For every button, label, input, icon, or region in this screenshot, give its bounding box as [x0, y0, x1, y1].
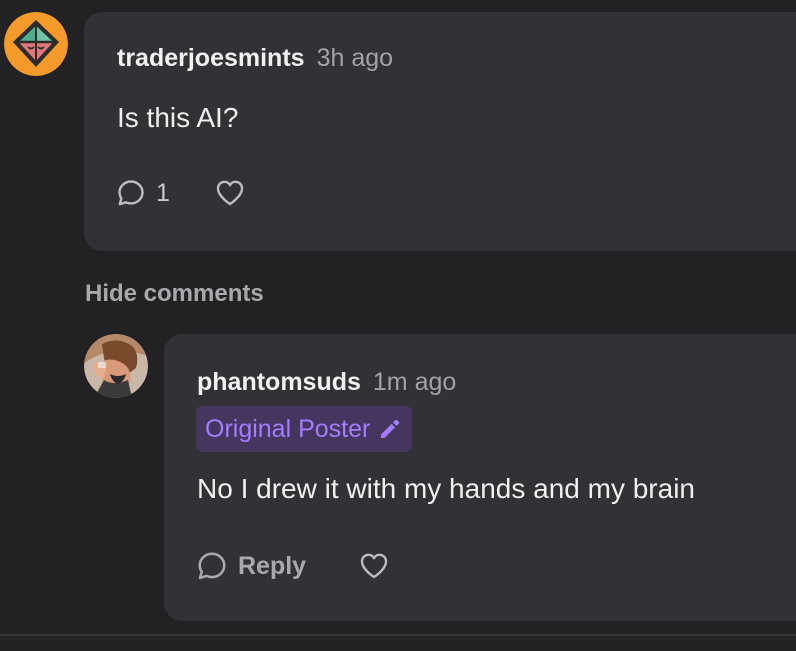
comment-timestamp: 3h ago [316, 44, 394, 72]
speech-bubble-icon [196, 550, 228, 582]
gem-avatar-icon [4, 12, 68, 76]
reply-count-button[interactable]: 1 [116, 178, 170, 208]
reply-username[interactable]: phantomsuds [197, 368, 361, 397]
portrait-avatar-icon [84, 334, 148, 398]
reply-meta: phantomsuds 1m ago [197, 368, 456, 397]
reply-button[interactable]: Reply [196, 550, 306, 582]
comment-actions: 1 [116, 178, 246, 208]
original-poster-label: Original Poster [205, 414, 371, 443]
comment-username[interactable]: traderjoesmints [117, 44, 305, 73]
reply-card: phantomsuds 1m ago Original Poster No I … [164, 334, 796, 621]
reply-text: No I drew it with my hands and my brain [197, 473, 695, 504]
reply-author-avatar[interactable] [84, 334, 148, 398]
reply-actions: Reply [196, 550, 390, 582]
like-button[interactable] [214, 178, 246, 208]
speech-bubble-icon [116, 178, 146, 208]
reply-count: 1 [156, 178, 170, 207]
heart-icon [358, 551, 390, 581]
heart-icon [214, 178, 246, 208]
original-poster-badge: Original Poster [196, 406, 413, 452]
comment-card: traderjoesmints 3h ago Is this AI? 1 [84, 12, 796, 251]
comment-meta: traderjoesmints 3h ago [117, 44, 393, 73]
comments-thread: traderjoesmints 3h ago Is this AI? 1 Hid… [0, 0, 796, 651]
comment-text: Is this AI? [117, 102, 239, 133]
bottom-divider [0, 634, 796, 636]
reply-label: Reply [238, 551, 307, 580]
hide-comments-link[interactable]: Hide comments [85, 280, 264, 308]
like-button[interactable] [358, 551, 390, 581]
pencil-icon [378, 417, 402, 441]
commenter-avatar[interactable] [4, 12, 68, 76]
reply-timestamp: 1m ago [372, 368, 457, 396]
